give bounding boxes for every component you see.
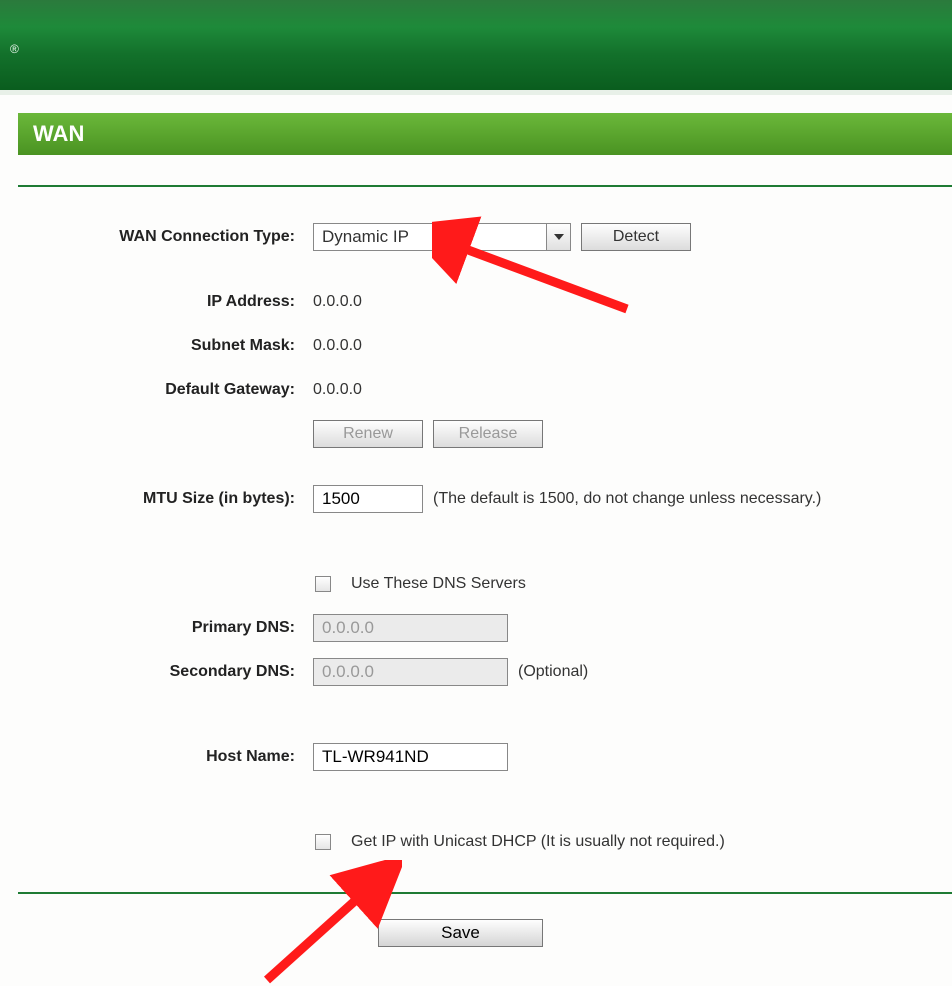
wan-type-label: WAN Connection Type: — [18, 228, 313, 246]
default-gateway-value: 0.0.0.0 — [313, 381, 362, 399]
primary-dns-label: Primary DNS: — [18, 619, 313, 637]
primary-dns-input[interactable] — [313, 614, 508, 642]
host-name-input[interactable] — [313, 743, 508, 771]
secondary-dns-row: Secondary DNS: (Optional) — [18, 657, 952, 687]
use-dns-row: Use These DNS Servers — [18, 569, 952, 599]
save-row: Save — [18, 894, 952, 947]
release-button[interactable]: Release — [433, 420, 543, 448]
ip-address-row: IP Address: 0.0.0.0 — [18, 287, 952, 317]
unicast-dhcp-label: Get IP with Unicast DHCP (It is usually … — [351, 833, 725, 851]
mtu-hint: (The default is 1500, do not change unle… — [433, 490, 821, 508]
default-gateway-row: Default Gateway: 0.0.0.0 — [18, 375, 952, 405]
wan-type-row: WAN Connection Type: Dynamic IP Detect — [18, 222, 952, 252]
host-name-row: Host Name: — [18, 742, 952, 772]
unicast-dhcp-row: Get IP with Unicast DHCP (It is usually … — [18, 827, 952, 857]
section-title: WAN — [18, 113, 952, 155]
subnet-mask-row: Subnet Mask: 0.0.0.0 — [18, 331, 952, 361]
primary-dns-row: Primary DNS: — [18, 613, 952, 643]
subnet-mask-label: Subnet Mask: — [18, 337, 313, 355]
renew-button[interactable]: Renew — [313, 420, 423, 448]
secondary-dns-label: Secondary DNS: — [18, 663, 313, 681]
mtu-row: MTU Size (in bytes): (The default is 150… — [18, 484, 952, 514]
renew-release-row: Renew Release — [18, 419, 952, 449]
detect-button[interactable]: Detect — [581, 223, 691, 251]
mtu-input[interactable] — [313, 485, 423, 513]
secondary-dns-hint: (Optional) — [518, 663, 588, 681]
ip-address-label: IP Address: — [18, 293, 313, 311]
subnet-mask-value: 0.0.0.0 — [313, 337, 362, 355]
unicast-dhcp-checkbox[interactable] — [315, 834, 331, 850]
wan-type-select[interactable]: Dynamic IP — [313, 223, 571, 251]
mtu-label: MTU Size (in bytes): — [18, 490, 313, 508]
use-dns-checkbox[interactable] — [315, 576, 331, 592]
top-banner — [0, 0, 952, 95]
default-gateway-label: Default Gateway: — [18, 381, 313, 399]
secondary-dns-input[interactable] — [313, 658, 508, 686]
wan-type-dropdown-button[interactable] — [546, 224, 570, 250]
use-dns-label: Use These DNS Servers — [351, 575, 526, 593]
wan-type-select-value: Dynamic IP — [314, 227, 546, 247]
ip-address-value: 0.0.0.0 — [313, 293, 362, 311]
host-name-label: Host Name: — [18, 748, 313, 766]
chevron-down-icon — [554, 234, 564, 240]
save-button[interactable]: Save — [378, 919, 543, 947]
